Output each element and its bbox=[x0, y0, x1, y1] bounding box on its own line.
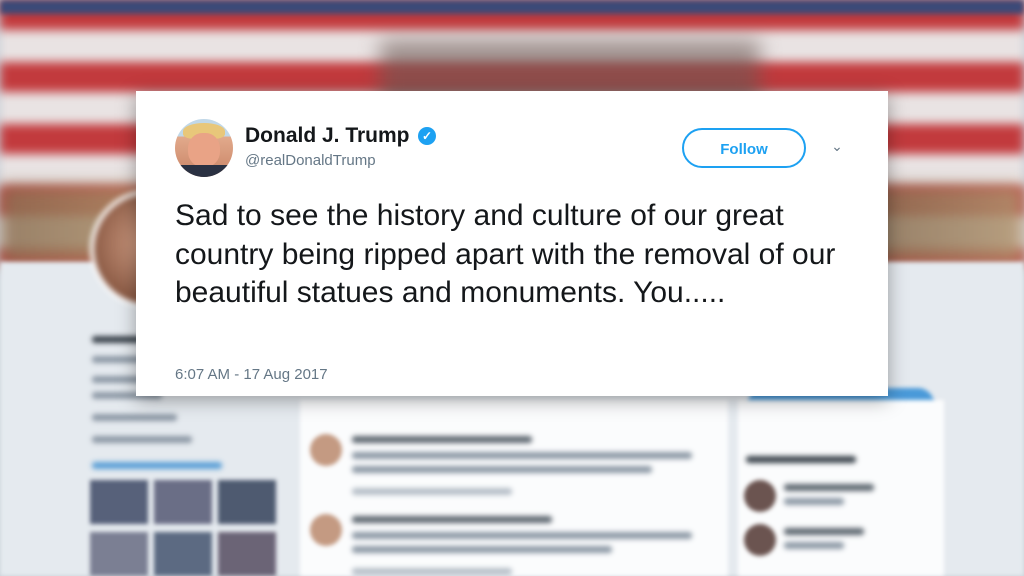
background-flag-canton bbox=[0, 0, 1024, 14]
blurred-text bbox=[352, 568, 512, 575]
blurred-text bbox=[352, 488, 512, 495]
avatar-suit bbox=[175, 165, 233, 177]
author-name[interactable]: Donald J. Trump bbox=[245, 124, 410, 148]
blurred-text bbox=[784, 484, 874, 491]
blurred-text bbox=[784, 498, 844, 505]
background-suggestions-panel bbox=[738, 400, 944, 576]
blurred-text bbox=[92, 462, 222, 469]
blurred-text bbox=[352, 546, 612, 553]
avatar-face bbox=[188, 133, 220, 167]
blurred-text bbox=[92, 414, 177, 421]
author-handle[interactable]: @realDonaldTrump bbox=[245, 152, 376, 169]
blurred-text bbox=[352, 516, 552, 523]
background-tweet-feed bbox=[300, 400, 728, 576]
tweet-card: Donald J. Trump ✓ @realDonaldTrump Follo… bbox=[136, 91, 888, 396]
blurred-avatar bbox=[744, 524, 776, 556]
blurred-avatar bbox=[310, 514, 342, 546]
tweet-text: Sad to see the history and culture of ou… bbox=[175, 199, 836, 309]
blurred-text bbox=[784, 528, 864, 535]
tweet-timestamp[interactable]: 6:07 AM - 17 Aug 2017 bbox=[175, 366, 328, 383]
avatar[interactable] bbox=[175, 119, 233, 177]
blurred-avatar bbox=[310, 434, 342, 466]
follow-button[interactable]: Follow bbox=[682, 128, 806, 168]
chevron-down-icon[interactable]: ⌄ bbox=[828, 137, 846, 155]
background-photo-thumbnails bbox=[90, 480, 280, 576]
blurred-avatar bbox=[744, 480, 776, 512]
blurred-text bbox=[352, 532, 692, 539]
blurred-text bbox=[784, 542, 844, 549]
blurred-text bbox=[352, 452, 692, 459]
blurred-text bbox=[92, 436, 192, 443]
blurred-text bbox=[746, 456, 856, 463]
blurred-text bbox=[352, 436, 532, 443]
blurred-text bbox=[352, 466, 652, 473]
verified-badge-icon: ✓ bbox=[418, 127, 436, 145]
